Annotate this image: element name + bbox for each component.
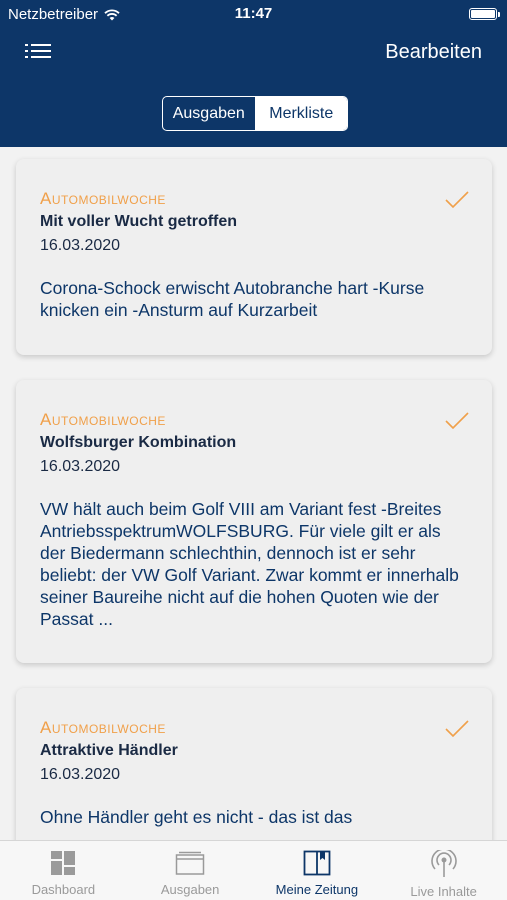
tab-live-inhalte[interactable]: Live Inhalte bbox=[380, 841, 507, 900]
status-time: 11:47 bbox=[234, 5, 273, 22]
article-teaser: Ohne Händler geht es nicht - das ist das bbox=[40, 807, 353, 827]
checkmark-icon[interactable] bbox=[444, 410, 470, 432]
issues-icon bbox=[175, 851, 205, 875]
article-list: Automobilwoche Mit voller Wucht getroffe… bbox=[0, 147, 507, 840]
tab-meine-zeitung[interactable]: Meine Zeitung bbox=[254, 841, 381, 900]
article-title: Wolfsburger Kombination bbox=[40, 434, 237, 451]
tab-label: Live Inhalte bbox=[410, 884, 477, 899]
battery-icon bbox=[469, 8, 500, 20]
article-card[interactable]: Automobilwoche Attraktive Händler 16.03.… bbox=[16, 688, 492, 840]
segment-ausgaben[interactable]: Ausgaben bbox=[163, 97, 256, 130]
live-icon bbox=[430, 850, 457, 877]
tab-ausgaben[interactable]: Ausgaben bbox=[127, 841, 254, 900]
article-date: 16.03.2020 bbox=[40, 766, 121, 783]
article-teaser: Corona-Schock erwischt Autobranche hart … bbox=[40, 278, 425, 320]
tab-dashboard[interactable]: Dashboard bbox=[0, 841, 127, 900]
article-card[interactable]: Automobilwoche Wolfsburger Kombination 1… bbox=[16, 380, 492, 663]
publisher-label: Automobilwoche bbox=[40, 718, 166, 737]
publisher-label: Automobilwoche bbox=[40, 189, 166, 208]
dashboard-icon bbox=[51, 851, 76, 875]
article-date: 16.03.2020 bbox=[40, 458, 121, 475]
tab-label: Ausgaben bbox=[160, 882, 220, 897]
article-card[interactable]: Automobilwoche Mit voller Wucht getroffe… bbox=[16, 159, 492, 355]
publisher-label: Automobilwoche bbox=[40, 410, 166, 429]
status-bar: Netzbetreiber 11:47 bbox=[0, 0, 507, 28]
checkmark-icon[interactable] bbox=[444, 189, 470, 211]
tab-label: Meine Zeitung bbox=[275, 882, 359, 897]
tab-bar: Dashboard Ausgaben Meine Zeitung Live In… bbox=[0, 840, 507, 900]
article-title: Attraktive Händler bbox=[40, 742, 178, 759]
edit-button[interactable]: Bearbeiten bbox=[385, 41, 482, 64]
my-newspaper-icon bbox=[303, 850, 331, 876]
article-teaser: VW hält auch beim Golf VIII am Variant f… bbox=[40, 499, 459, 629]
view-segmented-control: Ausgaben Merkliste bbox=[162, 96, 348, 131]
menu-button[interactable] bbox=[24, 40, 54, 64]
list-menu-icon bbox=[25, 44, 51, 58]
checkmark-icon[interactable] bbox=[444, 718, 470, 740]
tab-label: Dashboard bbox=[31, 882, 96, 897]
article-date: 16.03.2020 bbox=[40, 237, 121, 254]
segment-merkliste[interactable]: Merkliste bbox=[255, 97, 347, 130]
article-title: Mit voller Wucht getroffen bbox=[40, 213, 238, 230]
app-header: Netzbetreiber 11:47 Bearbeiten Ausgaben … bbox=[0, 0, 507, 147]
